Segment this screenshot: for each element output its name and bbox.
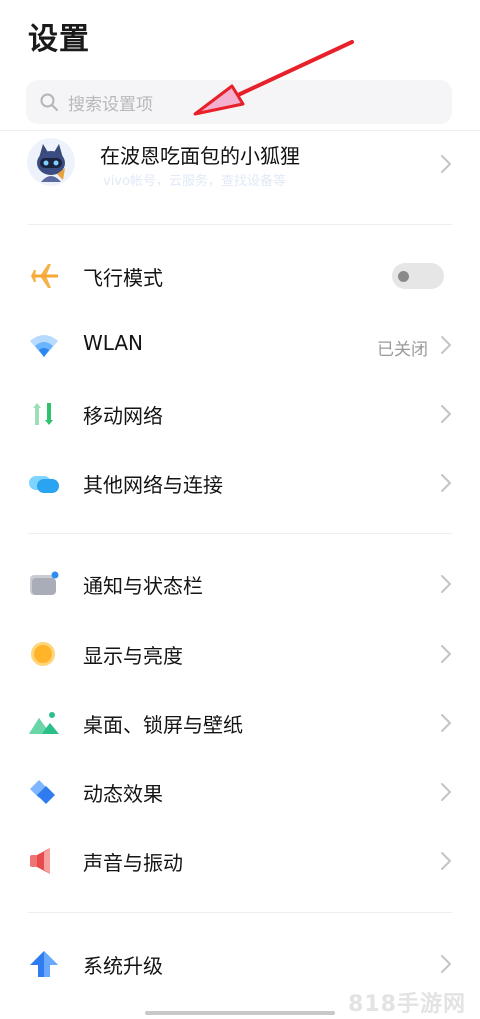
mobile-data-icon [33,403,53,425]
account-subtitle: vivo帐号，云服务，查找设备等 [103,174,286,189]
settings-item-system-update[interactable]: 系统升级 [0,934,480,994]
settings-item-label: 桌面、锁屏与壁纸 [83,713,243,737]
chevron-right-icon [441,405,451,423]
annotation-arrow [193,40,354,116]
settings-item-label: 移动网络 [83,404,163,428]
airplane-icon [30,264,58,288]
settings-item-display[interactable]: 显示与亮度 [0,624,480,684]
sound-icon [30,848,50,874]
settings-item-sound[interactable]: 声音与振动 [0,831,480,891]
brightness-icon [31,642,55,666]
chevron-right-icon [441,955,451,973]
settings-item-label: WLAN [83,331,144,355]
chevron-right-icon [441,575,451,593]
settings-item-label: 飞行模式 [83,266,163,290]
divider [28,224,452,225]
home-indicator [145,1011,335,1015]
settings-item-label: 动态效果 [83,782,163,806]
chevron-right-icon [441,852,451,870]
motion-effects-icon [30,780,55,804]
settings-item-motion-effects[interactable]: 动态效果 [0,762,480,822]
chevron-right-icon [441,714,451,732]
settings-item-wlan[interactable]: WLAN 已关闭 [0,315,480,375]
chevron-right-icon [441,336,451,354]
toggle-knob [398,271,409,282]
divider [28,533,452,534]
settings-item-label: 系统升级 [83,954,163,978]
settings-item-label: 通知与状态栏 [83,574,203,598]
settings-item-label: 其他网络与连接 [83,473,223,497]
wifi-icon [30,335,58,357]
divider [28,912,452,913]
system-update-icon [30,951,58,977]
settings-item-notifications[interactable]: 通知与状态栏 [0,554,480,614]
wlan-status: 已关闭 [377,340,428,360]
chevron-right-icon [441,783,451,801]
connections-icon [29,476,59,493]
settings-item-label: 显示与亮度 [83,644,183,668]
watermark: 818手游网 [348,992,466,1017]
settings-item-airplane-mode[interactable]: 飞行模式 [0,246,480,306]
wallpaper-icon [29,712,59,734]
settings-item-label: 声音与振动 [83,851,183,875]
notification-icon [30,571,59,595]
airplane-mode-toggle[interactable] [392,263,444,289]
chevron-right-icon [441,474,451,492]
settings-item-mobile-network[interactable]: 移动网络 [0,384,480,444]
settings-item-other-networks[interactable]: 其他网络与连接 [0,453,480,513]
chevron-right-icon [441,645,451,663]
settings-item-wallpaper[interactable]: 桌面、锁屏与壁纸 [0,693,480,753]
